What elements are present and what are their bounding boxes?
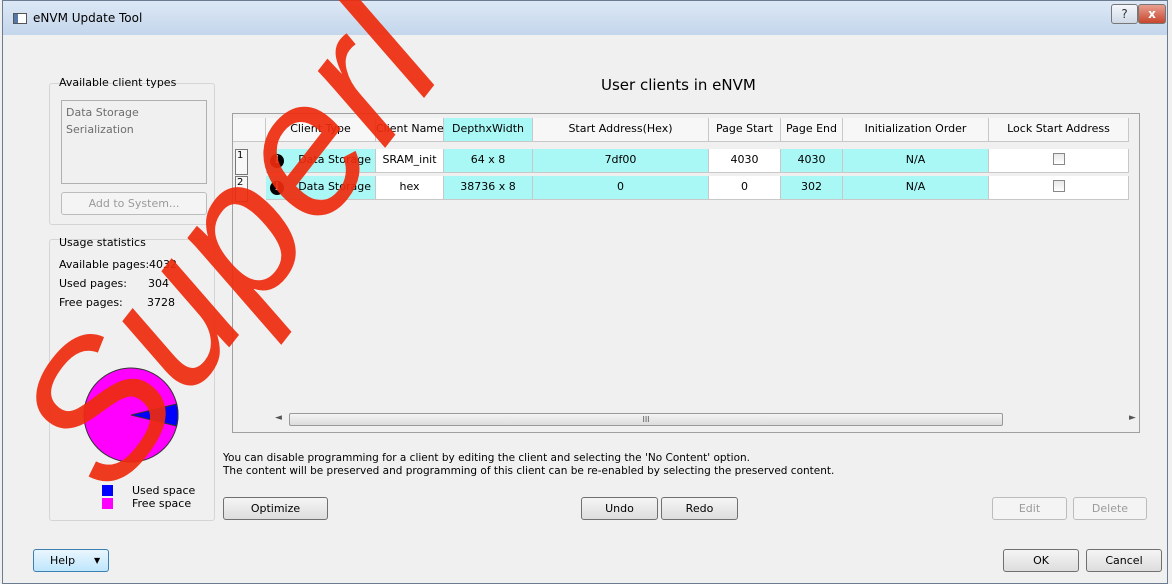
- column-header-client-name[interactable]: Client Name: [376, 118, 444, 142]
- edit-button[interactable]: Edit: [992, 497, 1067, 520]
- no-content-note-line-2: The content will be preserved and progra…: [223, 465, 835, 477]
- scroll-thumb[interactable]: III: [289, 413, 1003, 426]
- add-to-system-button[interactable]: Add to System...: [61, 192, 207, 215]
- undo-button[interactable]: Undo: [581, 497, 658, 520]
- free-space-legend-swatch: [102, 498, 113, 509]
- used-pages-label: Used pages:: [59, 277, 127, 290]
- row-number[interactable]: 2: [235, 176, 248, 202]
- free-pages-value: 3728: [147, 296, 175, 309]
- client-type-item-serialization[interactable]: Serialization: [66, 121, 202, 138]
- delete-button[interactable]: Delete: [1073, 497, 1147, 520]
- cell-depth-width[interactable]: 64 x 8: [444, 149, 533, 173]
- cell-lock-start-address: [989, 176, 1129, 200]
- scroll-left-icon[interactable]: ◄: [275, 413, 282, 423]
- page-title: User clients in eNVM: [601, 76, 756, 94]
- horizontal-scrollbar[interactable]: ◄ III ►: [273, 411, 1139, 428]
- column-header-client-type[interactable]: Client Type: [266, 118, 376, 142]
- column-header-depth-width[interactable]: DepthxWidth: [444, 118, 533, 142]
- used-pages-value: 304: [148, 277, 169, 290]
- envm-update-tool-window: eNVM Update Tool ? x Available client ty…: [2, 0, 1168, 584]
- column-header-start-address[interactable]: Start Address(Hex): [533, 118, 709, 142]
- column-header-page-end[interactable]: Page End: [781, 118, 843, 142]
- help-button[interactable]: Help ▼: [33, 549, 109, 572]
- cell-start-address[interactable]: 0: [533, 176, 709, 200]
- cell-client-type[interactable]: i Data Storage: [266, 149, 376, 173]
- column-header-initialization-order[interactable]: Initialization Order: [843, 118, 989, 142]
- cancel-button[interactable]: Cancel: [1086, 549, 1162, 572]
- help-button-label: Help: [50, 554, 76, 567]
- no-content-note-line-1: You can disable programming for a client…: [223, 452, 751, 464]
- cell-client-name[interactable]: SRAM_init: [376, 149, 444, 173]
- help-question-icon[interactable]: ?: [1111, 4, 1138, 24]
- column-header-lock-start-address[interactable]: Lock Start Address: [989, 118, 1129, 142]
- info-icon[interactable]: i: [270, 181, 284, 195]
- cell-page-end[interactable]: 4030: [781, 149, 843, 173]
- row-number[interactable]: 1: [235, 149, 248, 175]
- column-header-row-num: [233, 118, 266, 142]
- cell-initialization-order[interactable]: N/A: [843, 176, 989, 200]
- column-header-page-start[interactable]: Page Start: [709, 118, 781, 142]
- cell-depth-width[interactable]: 38736 x 8: [444, 176, 533, 200]
- ok-button[interactable]: OK: [1003, 549, 1079, 572]
- client-type-value: Data Storage: [298, 180, 371, 193]
- used-space-legend-swatch: [102, 485, 113, 496]
- scroll-right-icon[interactable]: ►: [1129, 413, 1136, 423]
- usage-pie-chart: [83, 367, 179, 463]
- client-type-value: Data Storage: [298, 153, 371, 166]
- cell-start-address[interactable]: 7df00: [533, 149, 709, 173]
- cell-lock-start-address: [989, 149, 1129, 173]
- lock-start-address-checkbox[interactable]: [1052, 180, 1065, 192]
- lock-start-address-checkbox[interactable]: [1052, 153, 1065, 165]
- client-types-label: Available client types: [59, 76, 177, 89]
- cell-client-type[interactable]: i Data Storage: [266, 176, 376, 200]
- free-space-legend-label: Free space: [132, 497, 192, 510]
- info-icon[interactable]: i: [270, 154, 284, 168]
- client-type-item-data-storage[interactable]: Data Storage: [66, 104, 202, 121]
- cell-page-start[interactable]: 0: [709, 176, 781, 200]
- cell-initialization-order[interactable]: N/A: [843, 149, 989, 173]
- cell-page-start[interactable]: 4030: [709, 149, 781, 173]
- usage-statistics-label: Usage statistics: [59, 236, 146, 249]
- cell-client-name[interactable]: hex: [376, 176, 444, 200]
- optimize-button[interactable]: Optimize: [223, 497, 328, 520]
- dropdown-arrow-icon: ▼: [94, 556, 101, 565]
- available-pages-label: Available pages:: [59, 258, 150, 271]
- cell-page-end[interactable]: 302: [781, 176, 843, 200]
- close-icon[interactable]: x: [1138, 4, 1166, 24]
- redo-button[interactable]: Redo: [661, 497, 738, 520]
- client-types-list[interactable]: Data Storage Serialization: [61, 100, 207, 184]
- window-title: eNVM Update Tool: [33, 11, 143, 25]
- free-pages-label: Free pages:: [59, 296, 123, 309]
- available-pages-value: 4032: [149, 258, 177, 271]
- used-space-legend-label: Used space: [132, 484, 196, 497]
- title-bar: eNVM Update Tool ? x: [3, 1, 1167, 35]
- window-icon: [13, 13, 27, 24]
- user-clients-table: Client Type Client Name DepthxWidth Star…: [232, 113, 1140, 433]
